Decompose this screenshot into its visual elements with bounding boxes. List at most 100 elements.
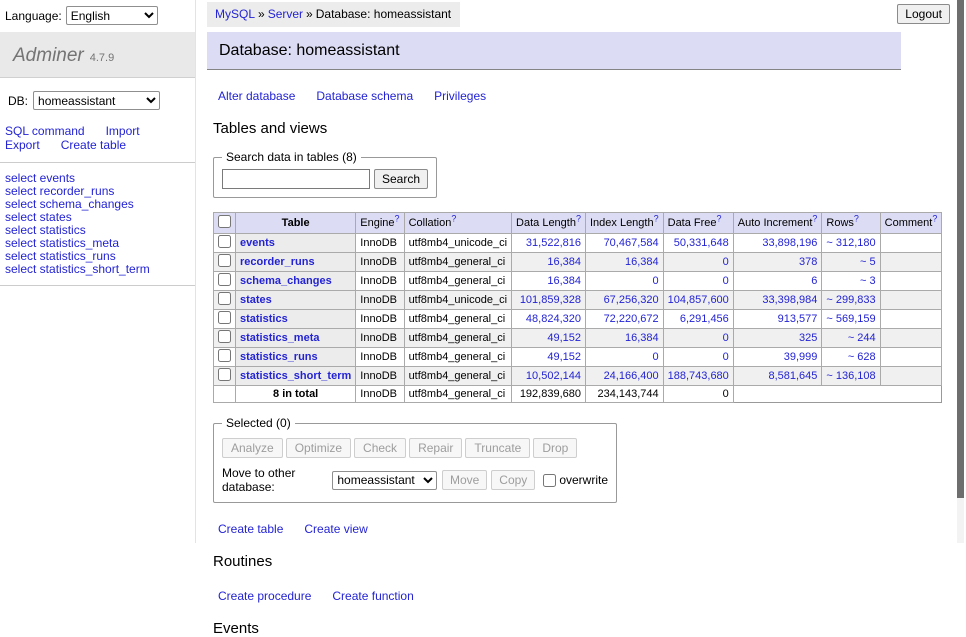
data-length-link[interactable]: 16,384 [547, 256, 581, 268]
index-length-link[interactable]: 70,467,584 [604, 237, 659, 249]
data-free-link[interactable]: 0 [723, 275, 729, 287]
column-help-link[interactable]: ? [932, 213, 937, 223]
scrollbar-thumb[interactable] [957, 0, 964, 498]
data-length-link[interactable]: 49,152 [547, 351, 581, 363]
table-name-link[interactable]: statistics_meta [240, 332, 320, 344]
column-help-link[interactable]: ? [812, 213, 817, 223]
breadcrumb: MySQL»Server»Database: homeassistant [207, 2, 460, 27]
privileges-link[interactable]: Privileges [434, 89, 486, 103]
move-database-select[interactable]: homeassistant [332, 471, 437, 490]
search-input[interactable] [222, 169, 370, 189]
copy-button[interactable]: Copy [491, 470, 535, 490]
breadcrumb-mysql-link[interactable]: MySQL [215, 7, 255, 21]
table-name-link[interactable]: recorder_runs [240, 256, 315, 268]
search-button[interactable]: Search [374, 169, 428, 189]
scrollbar[interactable] [957, 0, 964, 543]
index-length-link[interactable]: 16,384 [625, 332, 659, 344]
index-length-link[interactable]: 67,256,320 [604, 294, 659, 306]
index-length-link[interactable]: 16,384 [625, 256, 659, 268]
row-checkbox[interactable] [218, 235, 231, 248]
table-name-link[interactable]: statistics_short_term [240, 370, 351, 382]
overwrite-checkbox[interactable] [543, 474, 556, 487]
move-button[interactable]: Move [442, 470, 487, 490]
data-free-link[interactable]: 0 [723, 351, 729, 363]
row-checkbox[interactable] [218, 292, 231, 305]
rows-link[interactable]: ~ 244 [848, 332, 876, 344]
column-help-link[interactable]: ? [854, 213, 859, 223]
column-help-link[interactable]: ? [717, 213, 722, 223]
data-length-link[interactable]: 31,522,816 [526, 237, 581, 249]
row-checkbox[interactable] [218, 330, 231, 343]
database-schema-link[interactable]: Database schema [316, 89, 413, 103]
data-free-link[interactable]: 0 [723, 256, 729, 268]
row-checkbox[interactable] [218, 273, 231, 286]
collation-cell: utf8mb4_unicode_ci [404, 234, 511, 253]
logout-button[interactable]: Logout [897, 4, 950, 24]
check-button[interactable]: Check [354, 438, 406, 458]
table-name-link[interactable]: statistics [240, 313, 288, 325]
rows-link[interactable]: ~ 299,833 [826, 294, 875, 306]
table-name-link[interactable]: schema_changes [240, 275, 332, 287]
rows-link[interactable]: ~ 3 [860, 275, 876, 287]
rows-link[interactable]: ~ 312,180 [826, 237, 875, 249]
rows-link[interactable]: ~ 569,159 [826, 313, 875, 325]
create-table-link[interactable]: Create table [218, 522, 283, 536]
auto-increment-link[interactable]: 378 [799, 256, 817, 268]
drop-button[interactable]: Drop [533, 438, 577, 458]
index-length-link[interactable]: 0 [653, 275, 659, 287]
sidebar-item-select-statistics-short-term[interactable]: select statistics_short_term [5, 263, 195, 276]
auto-increment-link[interactable]: 8,581,645 [768, 370, 817, 382]
alter-database-link[interactable]: Alter database [218, 89, 295, 103]
row-checkbox[interactable] [218, 349, 231, 362]
table-name-link[interactable]: statistics_runs [240, 351, 318, 363]
truncate-button[interactable]: Truncate [465, 438, 530, 458]
table-name-link[interactable]: events [240, 237, 275, 249]
index-length-link[interactable]: 24,166,400 [604, 370, 659, 382]
column-help-link[interactable]: ? [576, 213, 581, 223]
row-checkbox[interactable] [218, 311, 231, 324]
create-procedure-link[interactable]: Create procedure [218, 589, 311, 603]
repair-button[interactable]: Repair [409, 438, 462, 458]
data-length-link[interactable]: 10,502,144 [526, 370, 581, 382]
sidebar-link-export[interactable]: Export [5, 138, 40, 152]
data-free-link[interactable]: 188,743,680 [668, 370, 729, 382]
auto-increment-link[interactable]: 6 [811, 275, 817, 287]
auto-increment-link[interactable]: 913,577 [778, 313, 818, 325]
create-function-link[interactable]: Create function [332, 589, 413, 603]
column-help-link[interactable]: ? [395, 213, 400, 223]
sidebar-link-create-table[interactable]: Create table [61, 138, 126, 152]
table-name-cell: statistics_short_term [236, 367, 356, 386]
auto-increment-link[interactable]: 33,898,196 [762, 237, 817, 249]
breadcrumb-server-link[interactable]: Server [268, 7, 303, 21]
analyze-button[interactable]: Analyze [222, 438, 283, 458]
index-length-link[interactable]: 0 [653, 351, 659, 363]
row-checkbox[interactable] [218, 254, 231, 267]
db-select[interactable]: homeassistant [33, 91, 160, 110]
auto-increment-link[interactable]: 325 [799, 332, 817, 344]
rows-link[interactable]: ~ 5 [860, 256, 876, 268]
optimize-button[interactable]: Optimize [286, 438, 351, 458]
row-checkbox[interactable] [218, 368, 231, 381]
rows-link[interactable]: ~ 136,108 [826, 370, 875, 382]
data-length-link[interactable]: 49,152 [547, 332, 581, 344]
table-name-link[interactable]: states [240, 294, 272, 306]
data-length-link[interactable]: 48,824,320 [526, 313, 581, 325]
create-view-link[interactable]: Create view [304, 522, 367, 536]
select-all-checkbox[interactable] [218, 215, 231, 228]
language-select[interactable]: English [66, 6, 158, 25]
index-length-link[interactable]: 72,220,672 [604, 313, 659, 325]
data-length-link[interactable]: 16,384 [547, 275, 581, 287]
auto-increment-link[interactable]: 33,398,984 [762, 294, 817, 306]
data-length-link[interactable]: 101,859,328 [520, 294, 581, 306]
data-free-link[interactable]: 104,857,600 [668, 294, 729, 306]
auto-increment-link[interactable]: 39,999 [784, 351, 818, 363]
sidebar-link-sql-command[interactable]: SQL command [5, 124, 85, 138]
sidebar-link-import[interactable]: Import [106, 124, 140, 138]
table-name-cell: statistics [236, 310, 356, 329]
column-help-link[interactable]: ? [654, 213, 659, 223]
column-help-link[interactable]: ? [451, 213, 456, 223]
data-free-link[interactable]: 50,331,648 [674, 237, 729, 249]
data-free-link[interactable]: 6,291,456 [680, 313, 729, 325]
data-free-link[interactable]: 0 [723, 332, 729, 344]
rows-link[interactable]: ~ 628 [848, 351, 876, 363]
